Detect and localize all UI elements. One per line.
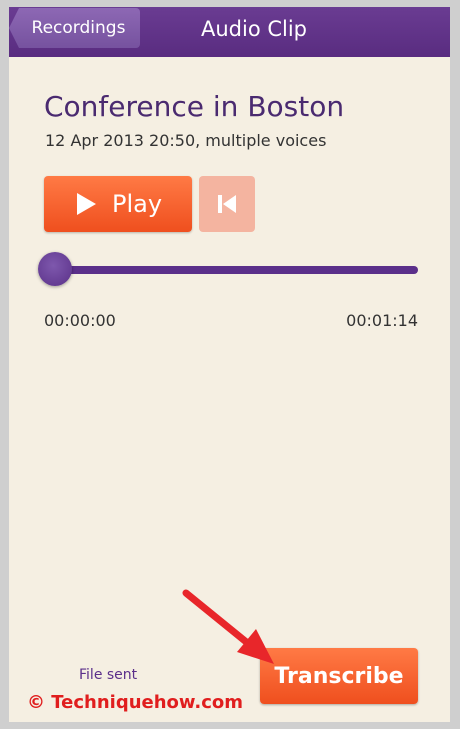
transcribe-button[interactable]: Transcribe [260,648,418,704]
rewind-button[interactable] [199,176,255,232]
play-button[interactable]: Play [44,176,192,232]
watermark: © Techniquehow.com [27,692,244,713]
file-status: File sent [79,667,138,683]
skip-back-icon [218,195,236,213]
device-frame: Recordings Audio Clip Conference in Bost… [0,0,460,729]
play-label: Play [111,190,163,218]
play-icon [76,193,96,215]
seek-thumb[interactable] [38,252,72,286]
screen-title: Audio Clip [200,17,308,41]
seek-bar[interactable] [59,266,418,274]
clip-title: Conference in Boston [44,90,345,123]
back-to-recordings-button[interactable]: Recordings [9,8,140,48]
action-bar: Recordings Audio Clip [9,7,450,57]
current-time: 00:00:00 [44,311,116,330]
total-duration: 00:01:14 [346,311,418,330]
app-screen: Recordings Audio Clip Conference in Bost… [9,7,450,722]
clip-metadata: 12 Apr 2013 20:50, multiple voices [45,131,327,150]
